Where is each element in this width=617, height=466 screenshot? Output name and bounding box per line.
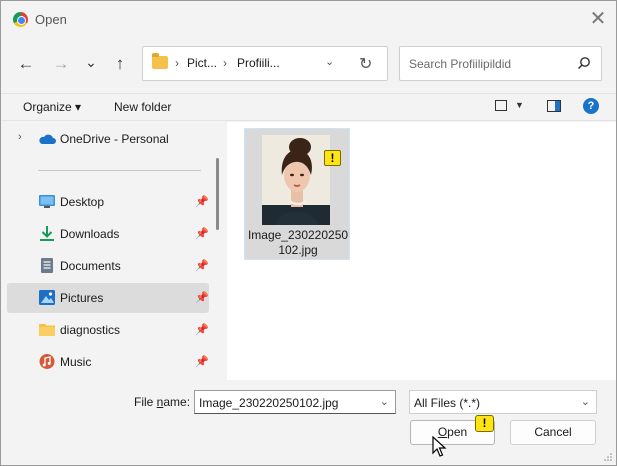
- chevron-down-icon[interactable]: ⌄: [581, 395, 590, 408]
- organize-button[interactable]: Organize ▾: [23, 100, 81, 114]
- close-button[interactable]: ✕: [588, 9, 608, 29]
- view-options-icon[interactable]: [495, 100, 507, 111]
- sidebar-scrollbar[interactable]: [216, 158, 219, 230]
- search-input[interactable]: Search Profiilipildid: [399, 46, 602, 81]
- sidebar-item-desktop[interactable]: Desktop 📌: [7, 187, 209, 217]
- breadcrumb-separator: ›: [223, 56, 227, 70]
- search-icon[interactable]: [577, 56, 591, 70]
- pictures-icon: [39, 290, 55, 305]
- file-name-label: File name:: [134, 395, 190, 409]
- command-bar: Organize ▾ New folder ▼ ?: [1, 93, 616, 121]
- file-name-label: Image_230220250102.jpg: [247, 228, 349, 257]
- sidebar-item-diagnostics[interactable]: diagnostics 📌: [7, 315, 209, 345]
- resize-grip-icon[interactable]: [604, 453, 612, 461]
- back-button[interactable]: ←: [15, 53, 37, 75]
- new-folder-button[interactable]: New folder: [114, 100, 171, 114]
- sidebar-item-label: Documents: [60, 259, 121, 273]
- sidebar-item-label: Music: [60, 355, 92, 369]
- up-button[interactable]: ↑: [109, 53, 131, 75]
- documents-icon: [41, 258, 53, 273]
- address-bar[interactable]: › Pict... › Profiili... ⌄ ↻: [142, 46, 388, 81]
- sidebar-item-label: OneDrive - Personal: [60, 132, 169, 146]
- music-icon: [39, 354, 55, 369]
- window-title: Open: [35, 12, 67, 27]
- sidebar-item-onedrive[interactable]: › OneDrive - Personal: [7, 124, 209, 154]
- sidebar-item-label: Downloads: [60, 227, 120, 241]
- folder-icon: [152, 53, 168, 69]
- forward-button[interactable]: →: [50, 53, 72, 75]
- image-thumbnail: [262, 135, 330, 225]
- file-name-field[interactable]: Image_230220250102.jpg ⌄: [194, 390, 396, 414]
- sidebar-item-label: Pictures: [60, 291, 104, 305]
- folder-icon: [39, 324, 55, 336]
- pin-icon[interactable]: 📌: [195, 323, 209, 336]
- cloud-icon: [39, 134, 56, 144]
- search-placeholder: Search Profiilipildid: [409, 57, 512, 71]
- sidebar-item-label: Desktop: [60, 195, 105, 209]
- help-icon[interactable]: ?: [583, 98, 599, 114]
- bottom-panel: File name: Image_230220250102.jpg ⌄ All …: [1, 381, 616, 465]
- breadcrumb-profiilipildid[interactable]: Profiili...: [237, 56, 280, 70]
- view-options-chevron-icon[interactable]: ▼: [515, 100, 524, 110]
- expand-chevron-icon[interactable]: ›: [18, 131, 22, 143]
- pin-icon[interactable]: 📌: [195, 227, 209, 240]
- file-type-value: All Files (*.*): [414, 396, 481, 410]
- download-icon: [40, 226, 54, 241]
- file-list[interactable]: ! Image_230220250102.jpg: [227, 122, 616, 380]
- sidebar-item-music[interactable]: Music 📌: [7, 347, 209, 377]
- breadcrumb-pictures[interactable]: Pict...: [187, 56, 217, 70]
- chrome-icon: [13, 12, 28, 27]
- open-file-dialog: Open ✕ ← → ⌄ ↑ › Pict... › Profiili... ⌄…: [0, 0, 617, 466]
- open-button-label: pen: [447, 425, 468, 439]
- pin-icon[interactable]: 📌: [195, 259, 209, 272]
- breadcrumb-separator: ›: [175, 56, 179, 70]
- recent-locations-button[interactable]: ⌄: [80, 51, 102, 73]
- warning-icon: !: [475, 415, 494, 432]
- sidebar-item-pictures[interactable]: Pictures 📌: [7, 283, 209, 313]
- sidebar-item-documents[interactable]: Documents 📌: [7, 251, 209, 281]
- cancel-button[interactable]: Cancel: [510, 420, 596, 445]
- pin-icon[interactable]: 📌: [195, 355, 209, 368]
- navigation-pane: › OneDrive - Personal Desktop 📌 Download…: [1, 122, 212, 380]
- sidebar-divider: [38, 170, 201, 171]
- address-dropdown-button[interactable]: ⌄: [325, 55, 334, 68]
- file-name-label-text: ame:: [163, 395, 191, 409]
- file-type-select[interactable]: All Files (*.*) ⌄: [409, 390, 597, 414]
- desktop-icon: [39, 195, 55, 208]
- sidebar-item-label: diagnostics: [60, 323, 121, 337]
- preview-pane-icon[interactable]: [547, 100, 561, 112]
- file-name-label-text: File: [134, 395, 157, 409]
- sidebar-item-downloads[interactable]: Downloads 📌: [7, 219, 209, 249]
- chevron-down-icon[interactable]: ⌄: [380, 395, 389, 408]
- portrait-thumbnail: [262, 135, 330, 225]
- pin-icon[interactable]: 📌: [195, 195, 209, 208]
- file-name-value[interactable]: Image_230220250102.jpg: [199, 396, 338, 410]
- warning-icon: !: [324, 150, 341, 166]
- refresh-button[interactable]: ↻: [359, 54, 372, 74]
- mouse-cursor-icon: [432, 436, 447, 457]
- file-item[interactable]: ! Image_230220250102.jpg: [244, 128, 350, 260]
- title-bar: Open ✕: [1, 1, 616, 37]
- pin-icon[interactable]: 📌: [195, 291, 209, 304]
